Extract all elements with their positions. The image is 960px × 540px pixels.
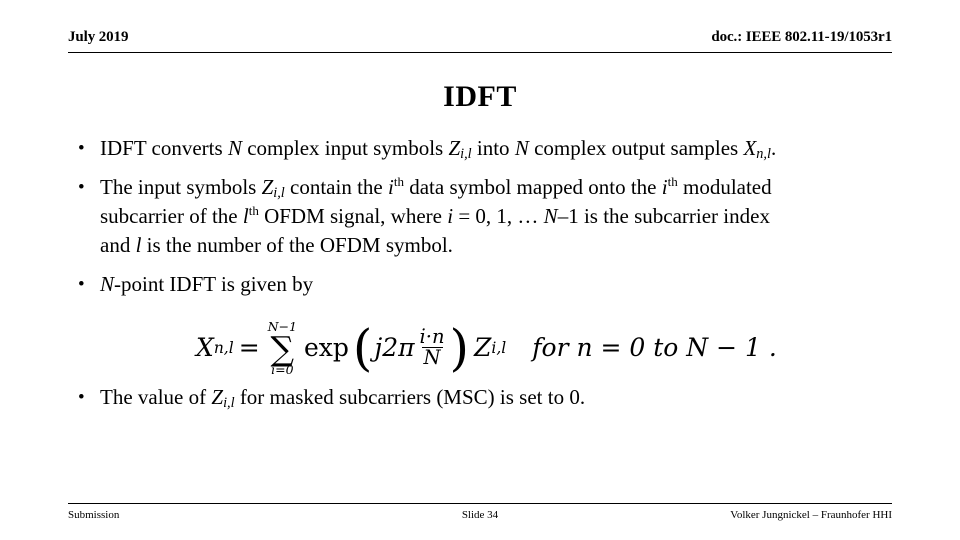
equals-sign: =: [238, 333, 260, 363]
list-item: • The input symbols Zi,l contain the ith…: [68, 173, 892, 260]
bullet-text: The value of Zi,l for masked subcarriers…: [100, 383, 892, 412]
idft-equation: Xn,l = N−1 ∑ i=0 exp ( j2π i·n N ) Zi,l …: [196, 320, 777, 375]
list-item: • IDFT converts N complex input symbols …: [68, 134, 892, 163]
bullet-marker: •: [78, 387, 85, 408]
bullet-text: N-point IDFT is given by: [100, 270, 892, 299]
bullet-list: • IDFT converts N complex input symbols …: [68, 134, 892, 422]
bullet-line: The value of Zi,l for masked subcarriers…: [100, 385, 586, 412]
list-item: • N-point IDFT is given by: [68, 270, 892, 299]
header-doc-id: doc.: IEEE 802.11-19/1053r1: [711, 29, 892, 45]
summation-operator: N−1 ∑ i=0: [268, 320, 297, 377]
bullet-line: subcarrier of the lth OFDM signal, where…: [100, 203, 770, 228]
equation-lhs: Xn,l: [196, 333, 234, 363]
summation-lower-limit: i=0: [271, 361, 294, 377]
header-divider: [68, 52, 892, 53]
page-title: IDFT: [443, 80, 517, 113]
bullet-marker: •: [78, 138, 85, 159]
fraction: i·n N: [418, 324, 447, 370]
exp-argument-prefix: j2π: [374, 333, 415, 363]
footer-submission-label: Submission: [68, 509, 120, 521]
slide-header: July 2019 doc.: IEEE 802.11-19/1053r1: [68, 29, 892, 46]
bullet-line: The input symbols Zi,l contain the ith d…: [100, 174, 772, 202]
bullet-line: and l is the number of the OFDM symbol.: [100, 233, 453, 257]
sigma-icon: ∑: [270, 328, 295, 368]
bullet-marker: •: [78, 177, 85, 198]
footer-divider: [68, 503, 892, 504]
list-item: • The value of Zi,l for masked subcarrie…: [68, 383, 892, 412]
header-date: July 2019: [68, 29, 129, 45]
slide-footer: Submission Slide 34 Volker Jungnickel – …: [68, 509, 892, 521]
bullet-line: N-point IDFT is given by: [100, 272, 314, 296]
equation-range-condition: for n = 0 to N − 1 .: [532, 333, 777, 363]
bullet-marker: •: [78, 274, 85, 295]
paren-close: ): [449, 319, 470, 378]
equation-rhs-variable: Z: [474, 333, 492, 363]
footer-author: Volker Jungnickel – Fraunhofer HHI: [730, 509, 893, 521]
fraction-denominator: N: [421, 346, 443, 370]
exp-function-label: exp: [304, 333, 349, 363]
bullet-line: IDFT converts N complex input symbols Zi…: [100, 136, 777, 163]
slide: July 2019 doc.: IEEE 802.11-19/1053r1 ID…: [0, 0, 960, 540]
bullet-text: IDFT converts N complex input symbols Zi…: [100, 134, 892, 163]
equation-rhs: Zi,l: [474, 333, 507, 363]
paren-open: (: [352, 319, 373, 378]
fraction-numerator: i·n: [419, 324, 445, 348]
footer-slide-number: Slide 34: [461, 509, 499, 521]
bullet-text: The input symbols Zi,l contain the ith d…: [100, 173, 892, 260]
equation-lhs-variable: X: [196, 333, 214, 363]
